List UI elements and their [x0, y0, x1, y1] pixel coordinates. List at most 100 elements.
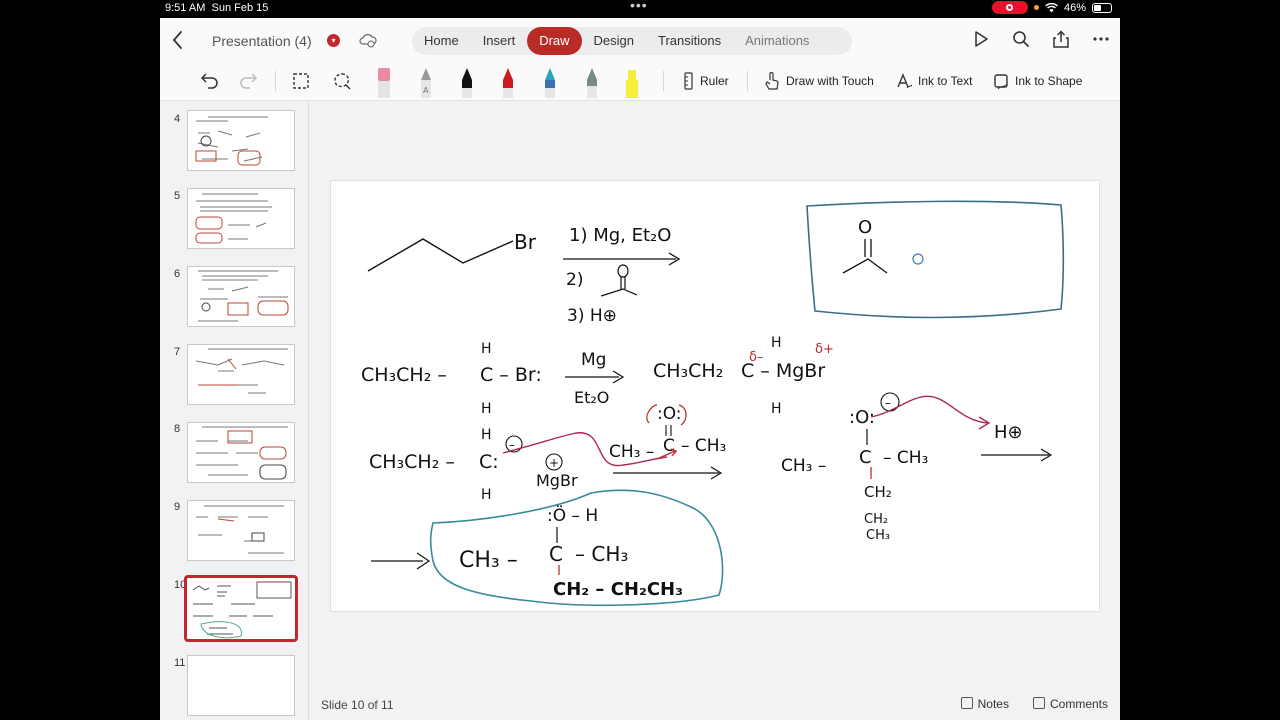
- powerpoint-app: Presentation (4) ▾ Home Insert Draw Desi…: [160, 18, 1120, 720]
- draw-with-touch-button[interactable]: Draw with Touch: [764, 62, 874, 100]
- status-bar: 9:51 AM Sun Feb 15 ••• 46%: [160, 0, 1120, 18]
- slide-number: 8: [174, 423, 181, 435]
- notes-button[interactable]: Notes: [960, 697, 1009, 711]
- ink-box-carbonyl: [842, 239, 888, 274]
- ink-ketone-right: – CH₃: [681, 436, 726, 456]
- slide-canvas[interactable]: Br 1) Mg, Et₂O 2) 3) H⊕ O CH₃CH₂ – C – B…: [330, 180, 1100, 612]
- ink-acetone-sketch: [600, 264, 638, 297]
- ink-product-right: – CH₃: [575, 542, 628, 566]
- slide-thumbnail-8[interactable]: [187, 422, 295, 483]
- search-icon[interactable]: [1012, 30, 1030, 48]
- ink-reaction-arrow-5: [371, 552, 431, 570]
- ink-to-text-icon: [897, 73, 912, 89]
- ink-alkoxide-o: :O:: [849, 407, 875, 428]
- ink-product-oh: :Ö – H: [547, 504, 598, 526]
- tab-insert[interactable]: Insert: [471, 27, 528, 55]
- ink-to-text-button[interactable]: Ink to Text: [896, 62, 972, 100]
- free-select-icon[interactable]: [332, 71, 352, 91]
- back-chevron-icon[interactable]: [168, 29, 188, 51]
- play-slideshow-icon[interactable]: [972, 30, 990, 48]
- ink-row3-chain: CH₃CH₂ –: [369, 451, 455, 473]
- ink-step1: 1) Mg, Et₂O: [569, 225, 671, 246]
- ink-step3: 3) H⊕: [567, 306, 617, 326]
- tab-draw[interactable]: Draw: [527, 27, 582, 55]
- slide-indicator: Slide 10 of 11: [321, 698, 394, 712]
- slide-number: 6: [174, 268, 181, 280]
- slide-thumbnails-panel: 4 5 6 7 8 9 10 11: [160, 101, 309, 720]
- ink-row3-carbanion: C:: [479, 451, 499, 473]
- ink-step2: 2): [566, 270, 583, 290]
- wifi-icon: [1045, 2, 1058, 12]
- slide-thumbnail-9[interactable]: [187, 500, 295, 561]
- title-bar: Presentation (4) ▾ Home Insert Draw Desi…: [160, 18, 1120, 62]
- ink-row3-h-bottom: H: [481, 487, 492, 503]
- slide-thumbnail-5[interactable]: [187, 188, 295, 249]
- ink-alkoxide-minus: –: [885, 396, 891, 410]
- document-title[interactable]: Presentation (4): [212, 33, 312, 49]
- ink-row2-h-top-right: H: [771, 335, 782, 351]
- comments-button[interactable]: Comments: [1032, 697, 1108, 711]
- ink-delta-minus: δ–: [749, 350, 763, 365]
- status-footer: Slide 10 of 11 Notes Comments: [309, 694, 1120, 720]
- ruler-icon: [684, 72, 693, 90]
- ink-ch2b: CH₂: [864, 512, 888, 527]
- gray-pen-icon[interactable]: [584, 66, 600, 98]
- ink-product-left: CH₃ –: [459, 548, 518, 573]
- galaxy-pen-icon[interactable]: [542, 66, 558, 98]
- multitask-dots-icon[interactable]: •••: [630, 0, 648, 13]
- slide-thumbnail-11[interactable]: [187, 655, 295, 716]
- top-actions: [972, 30, 1110, 48]
- ink-br: Br: [514, 230, 537, 254]
- ink-row2-h-bottom-right: H: [771, 401, 782, 417]
- slide-thumbnail-6[interactable]: [187, 266, 295, 327]
- ink-to-shape-icon: [994, 74, 1008, 90]
- mic-indicator-icon: [1033, 5, 1039, 10]
- ink-plus-sign: +: [549, 456, 559, 470]
- red-pen-icon[interactable]: [500, 66, 516, 98]
- ink-ketone-left: CH₃ –: [609, 442, 654, 462]
- ink-row2-right-chain: CH₃CH₂: [653, 360, 723, 382]
- ink-ch3b: CH₃: [866, 528, 890, 543]
- ink-alkoxide-c: C: [859, 447, 872, 468]
- status-right: 46%: [991, 1, 1112, 14]
- eraser-tool-icon[interactable]: [376, 66, 392, 98]
- ink-cursor-icon: [912, 253, 924, 265]
- footer-actions: Notes Comments: [960, 697, 1108, 711]
- svg-text:A: A: [423, 86, 429, 95]
- slide-number: 5: [174, 190, 181, 202]
- ink-row2-chain: CH₃CH₂ –: [361, 364, 447, 386]
- tab-animations[interactable]: Animations: [733, 27, 821, 55]
- battery-percent: 46%: [1063, 1, 1086, 14]
- slide-thumbnail-7[interactable]: [187, 344, 295, 405]
- ink-ketone-o: :O:: [657, 404, 682, 424]
- lasso-select-icon[interactable]: [292, 72, 310, 90]
- pencil-tool-icon[interactable]: A: [418, 66, 434, 98]
- highlighter-icon[interactable]: [624, 66, 640, 98]
- share-icon[interactable]: [1052, 30, 1070, 48]
- ink-to-shape-button[interactable]: Ink to Shape: [993, 62, 1082, 100]
- draw-ribbon: A Ruler Draw with Touch Ink to Text Ink …: [160, 62, 1120, 101]
- autosave-cloud-icon[interactable]: [359, 32, 377, 48]
- status-time: 9:51 AM Sun Feb 15: [165, 2, 269, 14]
- ink-row3-h-top: H: [481, 427, 492, 443]
- more-options-icon[interactable]: [1092, 30, 1110, 48]
- tab-transitions[interactable]: Transitions: [646, 27, 733, 55]
- slide-thumbnail-4[interactable]: [187, 110, 295, 171]
- ink-reaction-arrow-3: [613, 466, 723, 480]
- touch-hand-icon: [765, 72, 779, 90]
- ruler-button[interactable]: Ruler: [682, 62, 729, 100]
- slide-thumbnail-10[interactable]: [184, 575, 298, 642]
- ink-row2-h-bottom: H: [481, 401, 492, 417]
- ink-row2-mg: Mg: [581, 350, 606, 370]
- ink-product-c: C: [549, 542, 563, 566]
- black-pen-icon[interactable]: [459, 66, 475, 98]
- tab-design[interactable]: Design: [582, 27, 646, 55]
- screen-record-icon[interactable]: [991, 1, 1028, 14]
- tab-home[interactable]: Home: [412, 27, 471, 55]
- ink-h-plus: H⊕: [994, 422, 1023, 443]
- ink-box: [806, 200, 1065, 319]
- ink-ketone-double-bond: [665, 425, 672, 436]
- document-menu-chevron-icon[interactable]: ▾: [327, 34, 340, 47]
- undo-icon[interactable]: [200, 71, 220, 91]
- redo-icon[interactable]: [238, 71, 258, 91]
